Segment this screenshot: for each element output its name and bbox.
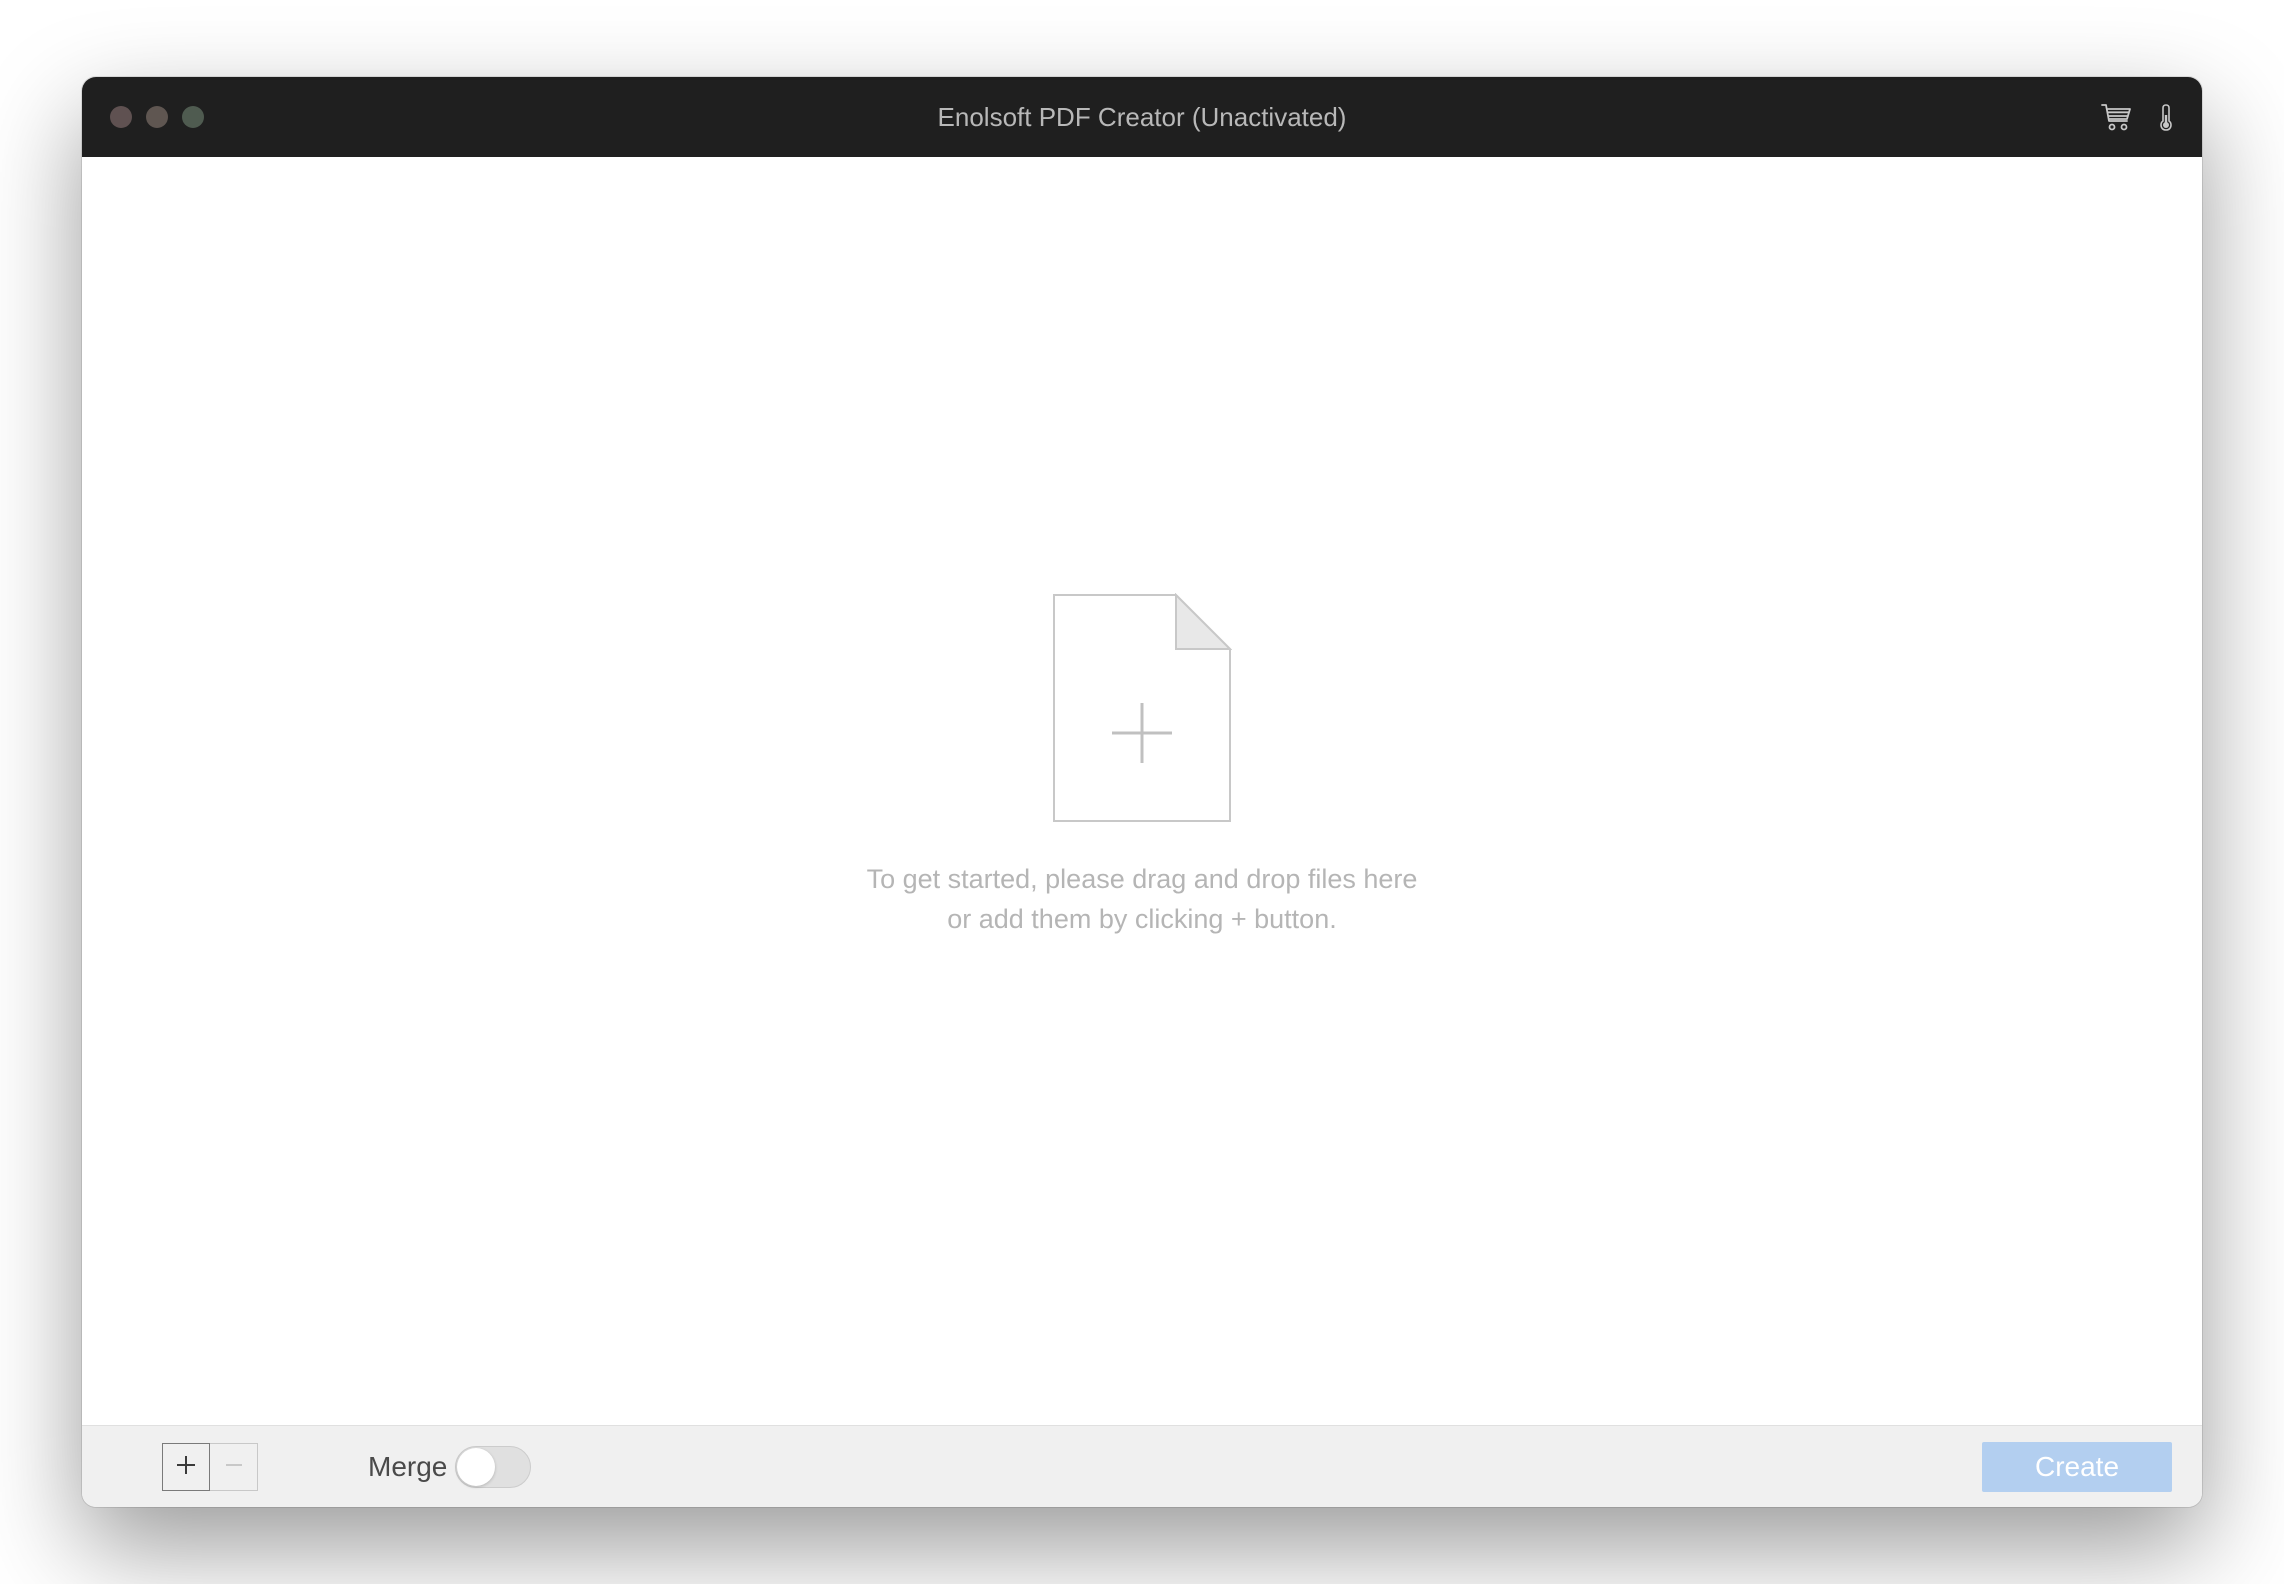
bottom-bar: Merge Create xyxy=(82,1425,2202,1507)
remove-file-button xyxy=(210,1443,258,1491)
merge-control: Merge xyxy=(368,1446,531,1488)
hint-line-1: To get started, please drag and drop fil… xyxy=(867,859,1418,900)
titlebar: Enolsoft PDF Creator (Unactivated) xyxy=(82,77,2202,157)
add-file-button[interactable] xyxy=(162,1443,210,1491)
drop-zone[interactable]: To get started, please drag and drop fil… xyxy=(867,593,1418,940)
plus-icon xyxy=(175,1453,197,1481)
window-title: Enolsoft PDF Creator (Unactivated) xyxy=(82,102,2202,133)
add-document-icon xyxy=(1052,593,1232,823)
merge-label: Merge xyxy=(368,1451,447,1483)
titlebar-actions xyxy=(2100,101,2174,133)
hint-text: To get started, please drag and drop fil… xyxy=(867,859,1418,940)
app-window: Enolsoft PDF Creator (Unactivated) xyxy=(82,77,2202,1507)
content-area: To get started, please drag and drop fil… xyxy=(82,157,2202,1425)
create-button[interactable]: Create xyxy=(1982,1442,2172,1492)
close-button[interactable] xyxy=(110,106,132,128)
hint-line-2: or add them by clicking + button. xyxy=(867,899,1418,940)
cart-icon[interactable] xyxy=(2100,102,2134,132)
zoom-button[interactable] xyxy=(182,106,204,128)
traffic-lights xyxy=(82,106,204,128)
merge-toggle[interactable] xyxy=(455,1446,531,1488)
minimize-button[interactable] xyxy=(146,106,168,128)
minus-icon xyxy=(223,1453,245,1481)
add-remove-group xyxy=(162,1443,258,1491)
toggle-knob xyxy=(457,1448,495,1486)
thermometer-icon[interactable] xyxy=(2158,101,2174,133)
